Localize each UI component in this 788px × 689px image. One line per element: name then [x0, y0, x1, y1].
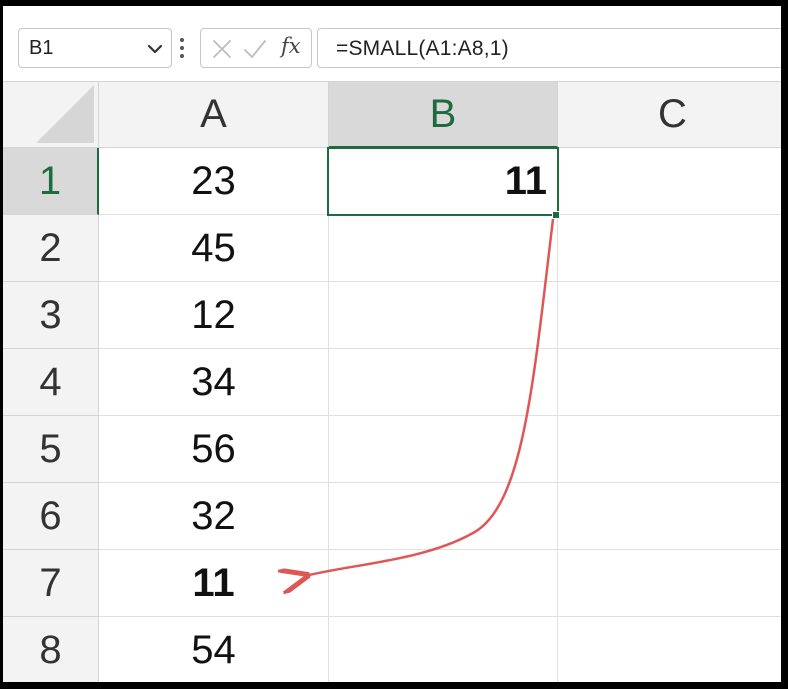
formula-input[interactable]: =SMALL(A1:A8,1): [317, 28, 781, 68]
cell-b5[interactable]: [329, 416, 558, 483]
formula-buttons: fx: [200, 28, 312, 68]
formula-text: =SMALL(A1:A8,1): [336, 37, 509, 60]
cell-c5[interactable]: [558, 416, 781, 483]
cell-c4[interactable]: [558, 349, 781, 416]
function-fx-icon[interactable]: fx: [281, 34, 301, 58]
row-header-4[interactable]: 4: [3, 349, 99, 416]
fill-handle[interactable]: [552, 211, 560, 219]
cell-b8[interactable]: [329, 617, 558, 682]
spreadsheet-window: B1 fx =SMALL(A1:A8,1) A B C 1 2 3 4 5 6 …: [0, 0, 788, 689]
row-header-8[interactable]: 8: [3, 617, 99, 682]
cancel-x-icon[interactable]: [211, 38, 233, 60]
cell-a4[interactable]: 34: [99, 349, 329, 416]
cell-c2[interactable]: [558, 215, 781, 282]
row-header-2[interactable]: 2: [3, 215, 99, 282]
chevron-down-icon[interactable]: [145, 39, 165, 59]
name-box-value: B1: [29, 37, 54, 59]
row-header-3[interactable]: 3: [3, 282, 99, 349]
column-header-c[interactable]: C: [558, 82, 781, 148]
row-header-1[interactable]: 1: [3, 148, 99, 215]
confirm-check-icon[interactable]: [243, 38, 267, 60]
cell-c1[interactable]: [558, 148, 781, 215]
cell-a1[interactable]: 23: [99, 148, 329, 215]
more-vert-icon[interactable]: [178, 36, 186, 60]
cell-a8[interactable]: 54: [99, 617, 329, 682]
cell-b4[interactable]: [329, 349, 558, 416]
name-box[interactable]: B1: [18, 28, 172, 68]
cell-b2[interactable]: [329, 215, 558, 282]
cell-a3[interactable]: 12: [99, 282, 329, 349]
row-header-7[interactable]: 7: [3, 550, 99, 617]
cell-b6[interactable]: [329, 483, 558, 550]
select-all-triangle-icon: [36, 85, 94, 143]
row-header-6[interactable]: 6: [3, 483, 99, 550]
cell-b1[interactable]: 11: [327, 147, 559, 216]
cell-c8[interactable]: [558, 617, 781, 682]
cell-c3[interactable]: [558, 282, 781, 349]
cell-b3[interactable]: [329, 282, 558, 349]
cell-a5[interactable]: 56: [99, 416, 329, 483]
select-all-corner[interactable]: [3, 82, 99, 148]
cell-a6[interactable]: 32: [99, 483, 329, 550]
cell-a2[interactable]: 45: [99, 215, 329, 282]
column-header-b[interactable]: B: [329, 82, 558, 148]
cell-a7[interactable]: 11: [99, 550, 329, 617]
column-header-a[interactable]: A: [99, 82, 329, 148]
cell-c6[interactable]: [558, 483, 781, 550]
formula-bar: B1 fx =SMALL(A1:A8,1): [3, 6, 781, 82]
cell-c7[interactable]: [558, 550, 781, 617]
cell-b7[interactable]: [329, 550, 558, 617]
row-header-5[interactable]: 5: [3, 416, 99, 483]
